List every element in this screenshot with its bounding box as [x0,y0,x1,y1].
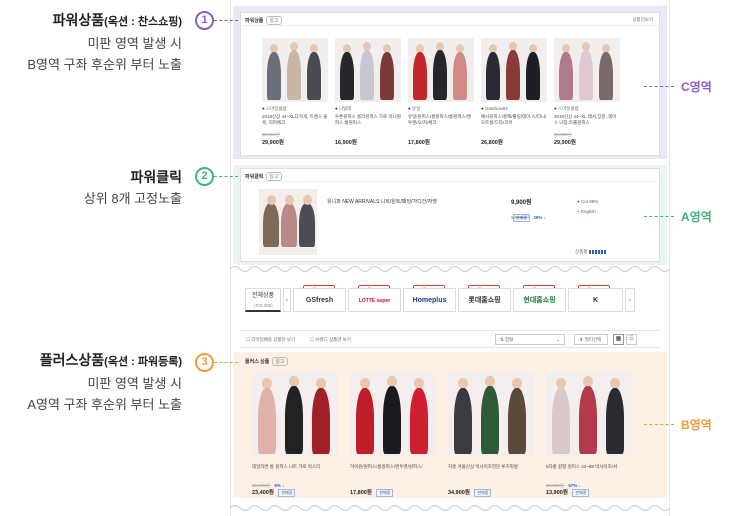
product-name[interactable]: 예사원피스/롱팩/롤링/데이 스/터니/오트롱/드타/코이 [481,114,547,126]
seller-grade: ● English [577,209,596,214]
product-image[interactable] [546,372,632,456]
product-name[interactable]: 2018신상 44~XL다하게, 트렌스 울룩, 지퍼체크 [262,114,328,126]
product-price: 23,400원 [252,490,274,496]
sale-button[interactable]: 판매중 [572,489,590,497]
info-tag[interactable]: 알고 [272,357,288,366]
seller-name: ● Cut 88% [577,199,599,204]
checkbox-fast-delivery[interactable]: ☐ 리미일배송 상품만 보기 [246,337,295,343]
product-card[interactable]: ● 유일 유일/원피스/롱원피스/롱원피스/맨투맨/오/자/체크 17,800원 [408,38,474,150]
sale-button[interactable]: 판매중 [278,489,296,497]
annotation-power-click: 파워클릭 상위 8개 고정노출 [83,169,182,206]
product-price: 29,900원 [554,140,576,146]
info-tag[interactable]: 알고 [266,172,282,181]
filter-button[interactable]: ▼ 필터선택 [574,334,608,345]
product-image[interactable] [335,38,401,102]
annotation-plus-products: 플러스상품(옥션 : 파워등록) 미판 영역 발생 시 A영역 구좌 후순위 부… [27,352,182,412]
product-card[interactable]: ● 스마일클럽 2018신상 44~XL다하게, 트렌스 울룩, 지퍼체크 35… [262,38,328,150]
zone-label-b: B영역 [681,418,712,432]
chevron-right-icon[interactable]: › [625,288,635,312]
product-image[interactable] [408,38,474,102]
product-name[interactable]: 투톤원피스 롱라원피스 가로 이니원피스 롱원피스 [335,114,401,126]
product-name[interactable]: 자홍 겨울신상 빅사이즈전문 루즈핏롱 [448,464,534,470]
wave-divider-bottom [230,505,670,511]
product-price: 34,900원 [448,490,470,496]
marker-3: 3 [195,353,214,372]
discount-rate: 29% ↓ [533,215,546,220]
seller-name: ● 스마일클럽 [262,106,287,111]
seller-name: ● 유일 [408,106,421,111]
product-name[interactable]: 유니파 NEW ARRIVALS 니트/원트/패딩/가디건/자켓 [327,199,437,205]
product-price: 13,900원 [546,490,568,496]
product-name[interactable]: 데일리면 롱 원피스 니트 가로 박스티 [252,464,338,470]
product-name[interactable]: 5차롱 같향 원피스 44~88 빅사이즈/셔 [546,464,632,470]
more-products-link[interactable]: 상품더보기 [632,17,653,23]
sale-button[interactable]: 판매중 [376,489,394,497]
product-image[interactable] [262,38,328,102]
product-card[interactable]: ● 나빌레 투톤원피스 롱라원피스 가로 이니원피스 롱원피스 16,900원 [335,38,401,150]
power-click-title: 파워클릭 알고 [245,172,282,181]
product-image[interactable] [554,38,620,102]
tab-shop-2[interactable]: Homeplus [403,288,456,312]
checkbox-brand[interactable]: ☐ 브랜드 상품만 보기 [310,337,351,343]
seller-name: ● Gatshow94 [481,106,508,111]
product-card[interactable]: ● 스마일클럽 2018신상 44~XL 래셔,장문, 래이스 나잠,트롤원피스… [554,38,620,150]
marker-1: 1 [195,11,214,30]
tab-shop-4[interactable]: 현대홈쇼핑 [513,288,566,312]
wave-divider [230,266,670,272]
zone-label-c: C영역 [681,80,712,94]
product-price: 26,800원 [481,140,503,146]
info-tag[interactable]: 알고 [266,16,282,25]
list-view-icon[interactable]: ☰ [626,334,637,345]
product-name[interactable]: 하이원/원피스/롱원피스/맨투맨/원피스/ [350,464,436,470]
product-price: 16,900원 [335,140,357,146]
marker-2: 2 [195,167,214,186]
product-card[interactable]: 5차롱 같향 원피스 44~88 빅사이즈/셔 20,800원 57% ↓ 13… [546,372,632,497]
product-price: 17,800원 [350,490,372,496]
product-price: 9,900원 [511,200,532,206]
tab-all-products[interactable]: 전체상품 (703,289) [245,288,281,312]
tab-shop-5[interactable]: K [568,288,623,312]
power-click-box: 파워클릭 알고 유니파 NEW ARRIVALS 니트/원트/패딩/가디건/자켓 … [240,168,660,262]
product-image[interactable] [252,372,338,456]
product-card[interactable]: 자홍 겨울신상 빅사이즈전문 루즈핏롱 34,900원 판매중 [448,372,534,497]
product-image[interactable] [350,372,436,456]
product-image[interactable] [259,189,317,255]
product-name[interactable]: 유일/원피스/롱원피스/롱원피스/맨투맨/오/자/체크 [408,114,474,126]
tab-shop-0[interactable]: GSfresh [293,288,346,312]
plus-products-title: 플러스 상품 알고 [245,357,288,366]
seller-name: ● 나빌레 [335,106,352,111]
product-price: 17,800원 [408,140,430,146]
rating-bar: 상품평 [575,249,607,255]
product-card[interactable]: 하이원/원피스/롱원피스/맨투맨/원피스/ 17,800원 판매중 [350,372,436,497]
chevron-left-icon[interactable]: ‹ [283,288,291,312]
seller-name: ● 스마일클럽 [554,106,579,111]
tab-shop-1[interactable]: LOTTE super [348,288,401,312]
product-name[interactable]: 2018신상 44~XL 래셔,장문, 래이스 나잠,트롤원피스 [554,114,620,126]
filter-bar: ☐ 리미일배송 상품만 보기 ☐ 브랜드 상품만 보기 ⇅ 정렬 ⌄ ▼ 필터선택… [240,330,660,348]
product-image[interactable] [481,38,547,102]
power-products-title: 파워상품 알고 [245,16,282,25]
product-price: 29,900원 [262,140,284,146]
sort-select[interactable]: ⇅ 정렬 ⌄ [495,334,565,345]
grid-view-icon[interactable]: ▦ [613,334,624,345]
sale-button[interactable]: 판매중 [513,214,531,222]
zone-label-a: A영역 [681,210,712,224]
product-card[interactable]: 데일리면 롱 원피스 니트 가로 박스티 25,900원 6% ↓ 23,400… [252,372,338,497]
product-card[interactable]: ● Gatshow94 예사원피스/롱팩/롤링/데이 스/터니/오트롱/드타/코… [481,38,547,150]
annotation-power-products: 파워상품(옥션 : 찬스쇼핑) 미판 영역 발생 시 B영역 구좌 후순위 부터… [27,12,182,72]
tab-shop-3[interactable]: 롯데홈쇼핑 [458,288,511,312]
sale-button[interactable]: 판매중 [474,489,492,497]
product-image[interactable] [448,372,534,456]
